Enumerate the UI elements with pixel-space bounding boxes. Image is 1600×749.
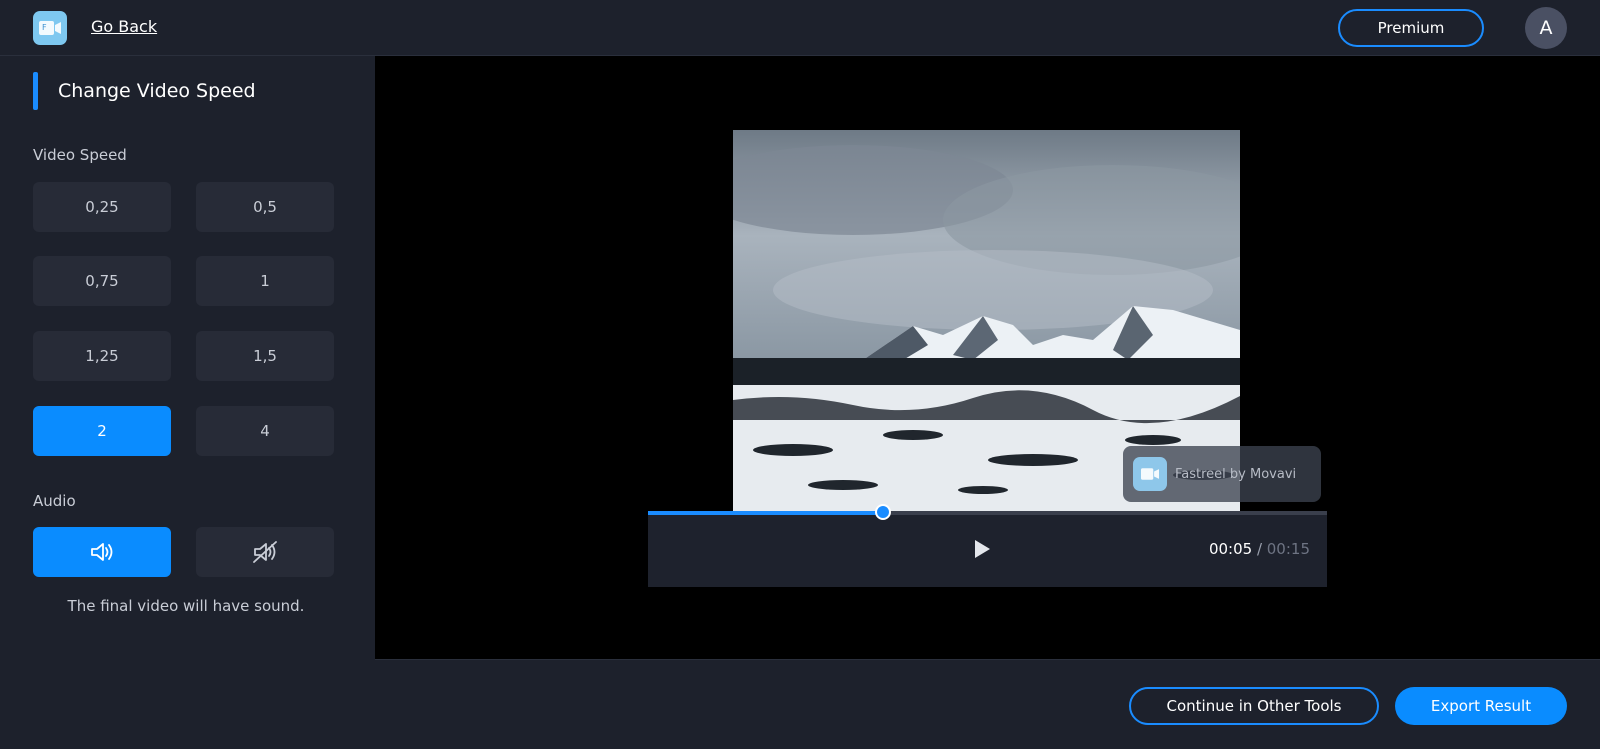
sidebar: Change Video Speed Video Speed 0,25 0,5 … [0,56,375,749]
speed-option-4[interactable]: 4 [196,406,334,456]
continue-in-other-tools-button[interactable]: Continue in Other Tools [1129,687,1379,725]
watermark: Fastreel by Movavi [1123,446,1321,502]
action-bar: Continue in Other Tools Export Result [375,659,1600,749]
watermark-text: Fastreel by Movavi [1175,466,1297,482]
speed-option-0-5[interactable]: 0,5 [196,182,334,232]
panel-title: Change Video Speed [58,80,256,102]
avatar[interactable]: A [1525,7,1567,49]
speed-option-0-25[interactable]: 0,25 [33,182,171,232]
audio-on-button[interactable] [33,527,171,577]
play-button[interactable] [968,535,996,563]
video-speed-label: Video Speed [33,146,127,164]
go-back-link[interactable]: Go Back [91,17,157,36]
speaker-icon [91,543,113,561]
speed-option-2[interactable]: 2 [33,406,171,456]
premium-button[interactable]: Premium [1338,9,1484,47]
svg-text:F: F [42,23,47,32]
current-time: 00:05 [1208,540,1253,558]
speed-option-1-25[interactable]: 1,25 [33,331,171,381]
audio-note: The final video will have sound. [67,597,305,615]
audio-label: Audio [33,492,76,510]
seek-bar[interactable] [648,504,1327,520]
export-result-button[interactable]: Export Result [1395,687,1567,725]
seek-handle[interactable] [874,504,891,520]
time-display: 00:05 / 00:15 [1209,540,1310,558]
video-stage: Fastreel by Movavi 00:05 / 00:15 [375,56,1600,659]
speed-option-0-75[interactable]: 0,75 [33,256,171,306]
watermark-logo-icon [1133,457,1167,491]
title-accent-bar [33,72,38,110]
speaker-muted-icon [253,541,277,563]
play-icon [975,540,990,558]
seek-progress [648,511,883,515]
duration: 00:15 [1266,540,1310,558]
speed-option-1-5[interactable]: 1,5 [196,331,334,381]
player-controls: 00:05 / 00:15 [648,504,1327,587]
speed-option-1[interactable]: 1 [196,256,334,306]
top-bar: F Go Back Premium A [0,0,1600,56]
time-separator: / [1252,540,1267,558]
audio-off-button[interactable] [196,527,334,577]
fastreel-logo-icon[interactable]: F [33,11,67,45]
